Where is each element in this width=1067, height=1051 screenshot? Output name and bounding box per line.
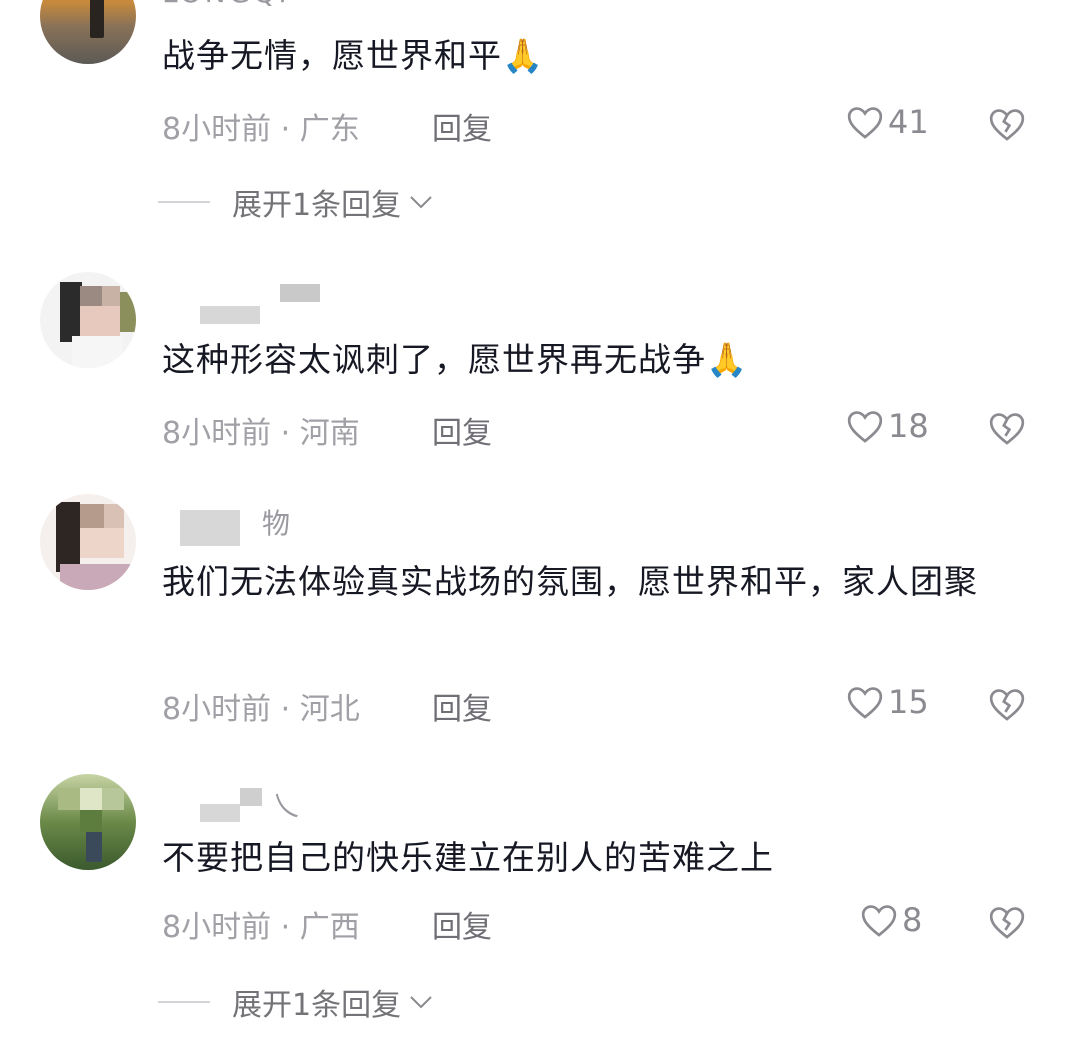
heart-outline-icon — [861, 905, 897, 937]
like-count: 18 — [888, 407, 929, 445]
reply-button[interactable]: 回复 — [432, 684, 492, 728]
chevron-down-icon — [410, 996, 432, 1009]
reply-button[interactable]: 回复 — [432, 902, 492, 946]
heart-outline-icon — [847, 687, 883, 719]
like-count: 15 — [888, 683, 929, 721]
chevron-down-icon — [410, 196, 432, 209]
broken-heart-icon — [989, 109, 1025, 141]
comment-text[interactable]: 这种形容太讽刺了，愿世界再无战争🙏 — [162, 332, 1032, 388]
expand-replies-button[interactable]: 展开1条回复 — [158, 180, 435, 224]
broken-heart-icon — [989, 689, 1025, 721]
time-location: 8小时前 · 河北 — [162, 692, 360, 727]
dislike-button[interactable] — [988, 410, 1026, 450]
avatar[interactable] — [40, 272, 136, 368]
avatar[interactable] — [40, 0, 136, 64]
comment-meta: 8小时前 · 河北 回复 — [162, 684, 492, 728]
heart-outline-icon — [847, 107, 883, 139]
dislike-button[interactable] — [988, 686, 1026, 726]
expand-replies-button[interactable]: 展开1条回复 — [158, 980, 435, 1024]
like-count: 41 — [888, 103, 929, 141]
time-location: 8小时前 · 广西 — [162, 910, 360, 945]
username[interactable]: 乀 — [272, 784, 300, 824]
expand-replies-label: 展开1条回复 — [232, 988, 402, 1023]
comment-text[interactable]: 不要把自己的快乐建立在别人的苦难之上 — [162, 830, 1032, 886]
dislike-button[interactable] — [988, 904, 1026, 944]
reply-button[interactable]: 回复 — [432, 104, 492, 148]
username[interactable]: LONGQI — [162, 0, 290, 9]
like-button[interactable]: 15 — [846, 683, 929, 721]
dislike-button[interactable] — [988, 106, 1026, 146]
reply-button[interactable]: 回复 — [432, 408, 492, 452]
comment-text[interactable]: 战争无情，愿世界和平🙏 — [162, 28, 1032, 84]
comment-meta: 8小时前 · 广西 回复 — [162, 902, 492, 946]
heart-outline-icon — [847, 411, 883, 443]
avatar[interactable] — [40, 774, 136, 870]
time-location: 8小时前 · 广东 — [162, 112, 360, 147]
time-location: 8小时前 · 河南 — [162, 416, 360, 451]
like-button[interactable]: 18 — [846, 407, 929, 445]
comment-text[interactable]: 我们无法体验真实战场的氛围，愿世界和平，家人团聚 — [162, 554, 1032, 610]
like-button[interactable]: 8 — [860, 901, 922, 939]
comment-meta: 8小时前 · 河南 回复 — [162, 408, 492, 452]
like-count: 8 — [902, 901, 923, 939]
expand-replies-label: 展开1条回复 — [232, 188, 402, 223]
avatar[interactable] — [40, 494, 136, 590]
comment-meta: 8小时前 · 广东 回复 — [162, 104, 492, 148]
username[interactable]: 物 — [262, 502, 290, 542]
like-button[interactable]: 41 — [846, 103, 929, 141]
broken-heart-icon — [989, 413, 1025, 445]
broken-heart-icon — [989, 907, 1025, 939]
